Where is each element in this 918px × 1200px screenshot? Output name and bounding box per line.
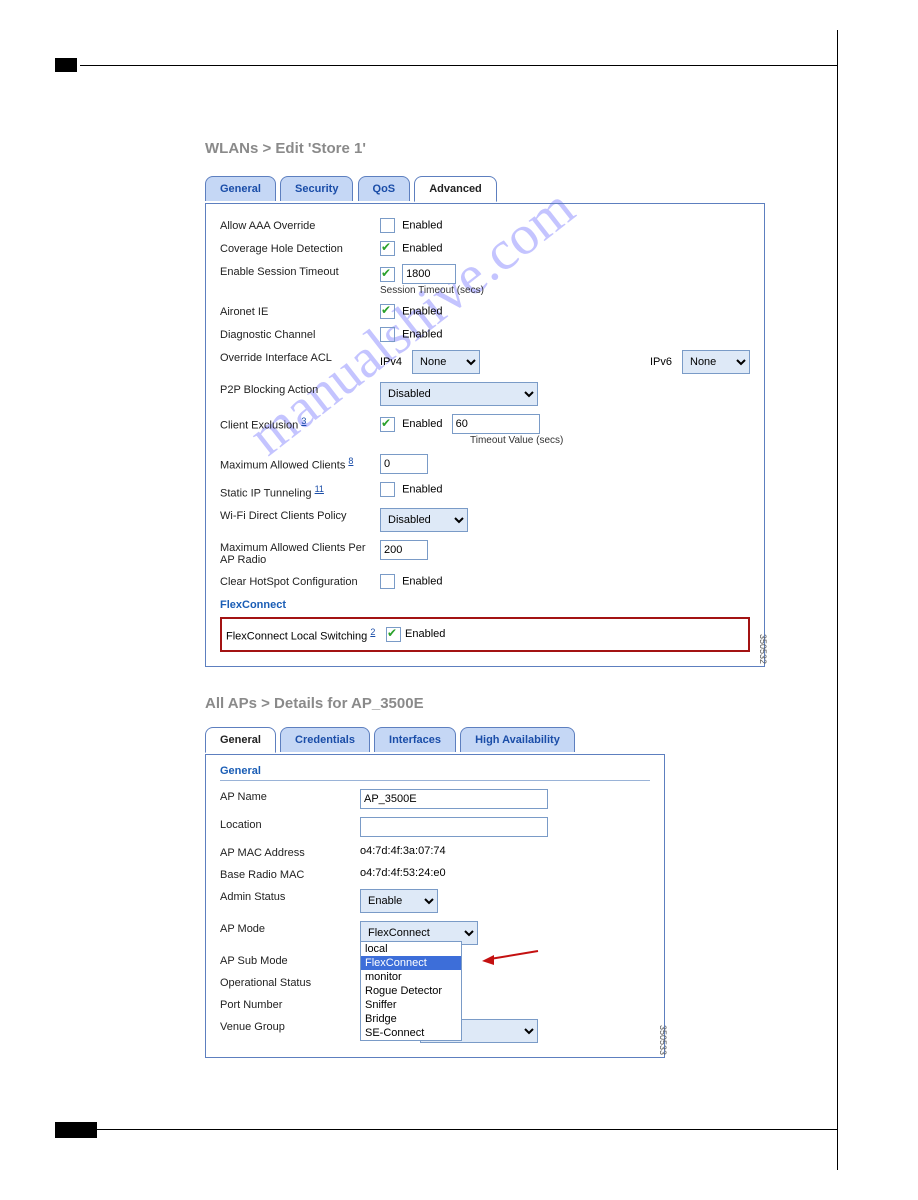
chklabel-aaa-override: Enabled [402,220,442,232]
checkbox-hotspot[interactable] [380,574,395,589]
tab-qos[interactable]: QoS [358,176,411,201]
group-title-general: General [220,765,650,781]
tabs-ap: General Credentials Interfaces High Avai… [205,726,665,755]
opt-monitor[interactable]: monitor [361,970,461,984]
tab-advanced[interactable]: Advanced [414,176,497,202]
page-corner-bottom [55,1122,97,1138]
label-max-per-radio: Maximum Allowed Clients Per AP Radio [220,540,380,566]
tab-security[interactable]: Security [280,176,353,201]
label-client-excl: Client Exclusion 3 [220,414,380,432]
label-op-status: Operational Status [220,975,360,989]
tab-ap-high-availability[interactable]: High Availability [460,727,575,752]
input-max-per-radio[interactable] [380,540,428,560]
value-base-mac: o4:7d:4f:53:24:e0 [360,867,650,879]
breadcrumb-ap-details: All APs > Details for AP_3500E [205,695,765,712]
opt-bridge[interactable]: Bridge [361,1012,461,1026]
checkbox-chd[interactable] [380,241,395,256]
sup-flex-local: 2 [370,627,375,637]
label-ap-mode: AP Mode [220,921,360,935]
chklabel-chd: Enabled [402,243,442,255]
opt-sniffer[interactable]: Sniffer [361,998,461,1012]
panel-ap-general: General AP Name Location AP MAC Address … [205,755,665,1058]
label-oi-acl: Override Interface ACL [220,350,380,364]
chklabel-flex-local: Enabled [405,628,445,640]
checkbox-session-timeout[interactable] [380,267,395,282]
sup-static-ip: 11 [315,484,324,494]
label-diag: Diagnostic Channel [220,327,380,341]
label-mac: AP MAC Address [220,845,360,859]
select-ipv4-acl[interactable]: None [412,350,480,374]
label-location: Location [220,817,360,831]
select-p2p[interactable]: Disabled [380,382,538,406]
opt-rogue-detector[interactable]: Rogue Detector [361,984,461,998]
label-port: Port Number [220,997,360,1011]
tab-ap-credentials[interactable]: Credentials [280,727,370,752]
arrow-annotation-icon [480,947,540,967]
label-p2p: P2P Blocking Action [220,382,380,396]
chklabel-client-excl: Enabled [402,418,442,430]
label-session-timeout: Enable Session Timeout [220,264,380,278]
input-location[interactable] [360,817,548,837]
checkbox-aaa-override[interactable] [380,218,395,233]
label-ipv4: IPv4 [380,356,402,368]
label-chd: Coverage Hole Detection [220,241,380,255]
value-mac: o4:7d:4f:3a:07:74 [360,845,650,857]
panel-advanced: Allow AAA Override Enabled Coverage Hole… [205,204,765,667]
tab-ap-interfaces[interactable]: Interfaces [374,727,456,752]
input-ap-name[interactable] [360,789,548,809]
label-flex-local-switching: FlexConnect Local Switching 2 [226,627,386,643]
opt-se-connect[interactable]: SE-Connect [361,1026,461,1040]
opt-flexconnect[interactable]: FlexConnect [361,956,461,970]
figure-number-2: 350533 [658,1025,668,1055]
checkbox-diag[interactable] [380,327,395,342]
dropdown-ap-mode[interactable]: local FlexConnect monitor Rogue Detector… [360,941,462,1041]
chklabel-hotspot: Enabled [402,575,442,587]
chklabel-static-ip: Enabled [402,484,442,496]
hint-session-timeout: Session Timeout (secs) [380,285,484,296]
label-aaa-override: Allow AAA Override [220,218,380,232]
label-venue-group: Venue Group [220,1019,360,1033]
input-session-timeout[interactable] [402,264,456,284]
label-static-ip: Static IP Tunneling 11 [220,482,380,500]
checkbox-client-excl[interactable] [380,417,395,432]
tabs-wlan: General Security QoS Advanced [205,175,765,204]
input-max-clients[interactable] [380,454,428,474]
opt-local[interactable]: local [361,942,461,956]
page-frame: manualshive.com WLANs > Edit 'Store 1' G… [55,30,838,1170]
figure-number-1: 350532 [758,634,768,664]
label-aironet: Aironet IE [220,304,380,318]
checkbox-flex-local-switching[interactable] [386,627,401,642]
page-rule-bottom [80,1129,838,1130]
checkbox-aironet[interactable] [380,304,395,319]
tab-ap-general[interactable]: General [205,727,276,753]
label-ap-name: AP Name [220,789,360,803]
sup-max-clients: 8 [348,456,353,466]
label-base-mac: Base Radio MAC [220,867,360,881]
highlight-flexconnect-local-switching: FlexConnect Local Switching 2 Enabled [220,617,750,653]
chklabel-diag: Enabled [402,329,442,341]
label-sub-mode: AP Sub Mode [220,953,360,967]
label-admin-status: Admin Status [220,889,360,903]
heading-flexconnect: FlexConnect [220,599,750,611]
label-max-clients: Maximum Allowed Clients 8 [220,454,380,472]
label-wifi-direct: Wi-Fi Direct Clients Policy [220,508,380,522]
checkbox-static-ip[interactable] [380,482,395,497]
input-client-excl-timeout[interactable] [452,414,540,434]
chklabel-aironet: Enabled [402,306,442,318]
select-admin-status[interactable]: Enable [360,889,438,913]
breadcrumb-wlan-edit: WLANs > Edit 'Store 1' [205,140,765,157]
tab-general[interactable]: General [205,176,276,201]
sup-client-excl: 3 [301,416,306,426]
hint-client-excl: Timeout Value (secs) [380,435,563,446]
select-ipv6-acl[interactable]: None [682,350,750,374]
label-hotspot: Clear HotSpot Configuration [220,574,380,588]
select-wifi-direct[interactable]: Disabled [380,508,468,532]
label-ipv6: IPv6 [650,356,672,368]
